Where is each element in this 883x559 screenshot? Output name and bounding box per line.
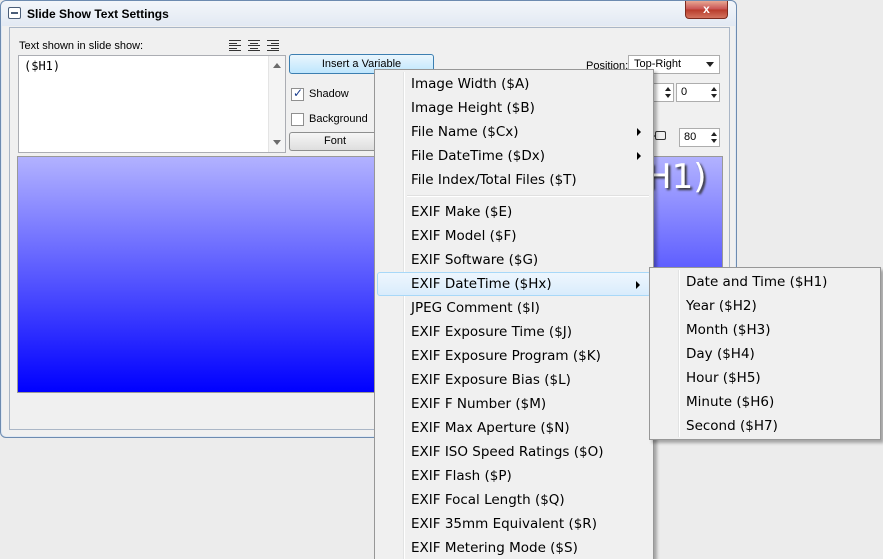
menu-item-flash[interactable]: EXIF Flash ($P) [377,464,651,488]
opacity-slider-handle[interactable] [655,131,666,140]
opacity-value: 80 [684,131,697,143]
menu-item-file-datetime[interactable]: File DateTime ($Dx) [377,144,651,168]
menu-item-image-width[interactable]: Image Width ($A) [377,72,651,96]
menu-separator [407,192,651,200]
slide-text-value: ($H1) [24,59,61,73]
opacity-spinner[interactable]: 80 [679,128,720,147]
window-menu-icon[interactable] [8,7,21,19]
window-title: Slide Show Text Settings [27,7,169,21]
font-button[interactable]: Font [289,132,381,151]
spin-up-icon[interactable] [665,87,671,91]
offset-y-spinner[interactable]: 0 [676,83,720,102]
submenu-item-hour[interactable]: Hour ($H5) [652,366,878,390]
shadow-checkbox[interactable] [291,86,304,101]
menu-item-jpeg-comment[interactable]: JPEG Comment ($I) [377,296,651,320]
menu-item-label: Image Width ($A) [411,76,530,92]
submenu-arrow-icon [636,281,640,289]
spin-up-icon[interactable] [711,87,717,91]
submenu-item-month[interactable]: Month ($H3) [652,318,878,342]
menu-item-label: EXIF Exposure Time ($J) [411,324,573,340]
menu-item-label: File Index/Total Files ($T) [411,172,577,188]
submenu-item-year[interactable]: Year ($H2) [652,294,878,318]
submenu-item-day[interactable]: Day ($H4) [652,342,878,366]
menu-item-file-name[interactable]: File Name ($Cx) [377,120,651,144]
menu-item-label: EXIF Software ($G) [411,252,539,268]
close-button[interactable]: x [685,1,728,19]
menu-item-label: EXIF F Number ($M) [411,396,547,412]
menu-item-exif-software[interactable]: EXIF Software ($G) [377,248,651,272]
menu-item-label: Minute ($H6) [686,394,775,410]
menu-item-label: EXIF Make ($E) [411,204,513,220]
menu-item-label: Hour ($H5) [686,370,761,386]
menu-item-label: File DateTime ($Dx) [411,148,545,164]
align-left-icon[interactable] [229,40,241,51]
menu-item-label: EXIF Max Aperture ($N) [411,420,570,436]
menu-item-label: Date and Time ($H1) [686,274,828,290]
title-bar: Slide Show Text Settings x [1,1,736,26]
submenu-item-minute[interactable]: Minute ($H6) [652,390,878,414]
preview-text: H1) [646,157,707,197]
menu-item-label: Day ($H4) [686,346,755,362]
menu-item-exif-model[interactable]: EXIF Model ($F) [377,224,651,248]
menu-item-metering-mode[interactable]: EXIF Metering Mode ($S) [377,536,651,559]
text-scrollbar[interactable] [268,56,285,152]
menu-item-label: EXIF Model ($F) [411,228,517,244]
insert-variable-menu: Image Width ($A) Image Height ($B) File … [374,69,654,559]
submenu-item-second[interactable]: Second ($H7) [652,414,878,438]
align-right-icon[interactable] [267,40,279,51]
alignment-toolbar [229,40,279,51]
menu-item-exposure-program[interactable]: EXIF Exposure Program ($K) [377,344,651,368]
menu-item-exif-datetime[interactable]: EXIF DateTime ($Hx) [377,272,651,296]
menu-item-label: Second ($H7) [686,418,778,434]
slide-text-input[interactable]: ($H1) [18,55,286,153]
menu-item-exposure-time[interactable]: EXIF Exposure Time ($J) [377,320,651,344]
offset-y-value: 0 [681,86,688,98]
menu-item-iso-speed[interactable]: EXIF ISO Speed Ratings ($O) [377,440,651,464]
spin-down-icon[interactable] [665,94,671,98]
menu-item-focal-length[interactable]: EXIF Focal Length ($Q) [377,488,651,512]
menu-item-f-number[interactable]: EXIF F Number ($M) [377,392,651,416]
spin-down-icon[interactable] [711,139,717,143]
menu-item-exposure-bias[interactable]: EXIF Exposure Bias ($L) [377,368,651,392]
menu-item-label: EXIF Metering Mode ($S) [411,540,578,556]
menu-item-label: EXIF Flash ($P) [411,468,512,484]
menu-item-label: EXIF Focal Length ($Q) [411,492,565,508]
datetime-submenu: Date and Time ($H1) Year ($H2) Month ($H… [649,267,881,440]
shadow-label: Shadow [309,88,349,100]
align-center-icon[interactable] [248,40,260,51]
scroll-up-icon[interactable] [273,63,281,68]
spin-up-icon[interactable] [711,132,717,136]
menu-item-label: EXIF 35mm Equivalent ($R) [411,516,597,532]
menu-item-label: EXIF DateTime ($Hx) [411,276,552,292]
submenu-arrow-icon [637,128,641,136]
text-label: Text shown in slide show: [19,40,144,52]
background-checkbox[interactable] [291,113,304,126]
menu-item-image-height[interactable]: Image Height ($B) [377,96,651,120]
submenu-arrow-icon [637,152,641,160]
menu-item-file-index[interactable]: File Index/Total Files ($T) [377,168,651,192]
menu-item-exif-make[interactable]: EXIF Make ($E) [377,200,651,224]
spin-down-icon[interactable] [711,94,717,98]
menu-item-35mm-equivalent[interactable]: EXIF 35mm Equivalent ($R) [377,512,651,536]
menu-item-label: EXIF Exposure Bias ($L) [411,372,571,388]
menu-item-label: EXIF ISO Speed Ratings ($O) [411,444,604,460]
scroll-down-icon[interactable] [273,140,281,145]
background-label: Background [309,113,368,125]
menu-item-max-aperture[interactable]: EXIF Max Aperture ($N) [377,416,651,440]
submenu-item-date-time[interactable]: Date and Time ($H1) [652,270,878,294]
menu-item-label: Year ($H2) [686,298,757,314]
menu-item-label: Image Height ($B) [411,100,535,116]
menu-item-label: JPEG Comment ($I) [411,300,540,316]
menu-item-label: Month ($H3) [686,322,771,338]
menu-item-label: EXIF Exposure Program ($K) [411,348,601,364]
menu-item-label: File Name ($Cx) [411,124,519,140]
